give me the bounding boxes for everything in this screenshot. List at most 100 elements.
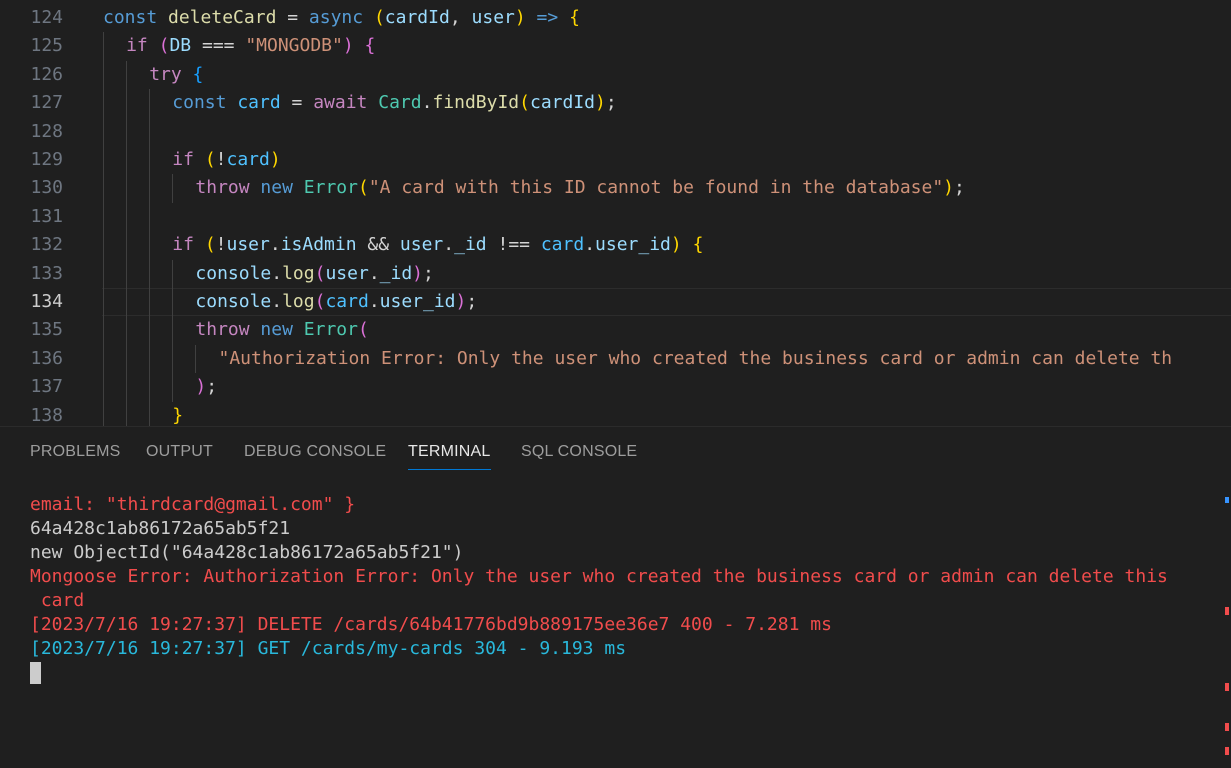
scroll-marker [1225, 683, 1229, 691]
code-token: ) [595, 92, 606, 114]
code-token: user [471, 7, 515, 28]
code-token: throw [195, 177, 261, 199]
code-token: card [325, 291, 369, 312]
indent-guide [126, 202, 128, 232]
indent-guide [126, 174, 128, 203]
code-line[interactable]: 125 if (DB === "MONGODB") { [0, 32, 1231, 60]
code-token: if [126, 35, 159, 57]
indent-guide [103, 32, 104, 61]
code-token: ) [455, 291, 467, 312]
code-token: ( [158, 35, 170, 57]
code-token: ; [954, 177, 965, 199]
indent-guide [172, 259, 174, 288]
indent-guide [172, 344, 174, 374]
indent-guide [172, 288, 174, 317]
code-line[interactable]: 130 throw new Error("A card with this ID … [0, 174, 1231, 202]
code-token: user_id [595, 234, 671, 256]
code-text: if (!user.isAdmin && user._id !== card.u… [172, 231, 703, 259]
code-token: ( [519, 92, 530, 114]
code-text: "Authorization Error: Only the user who … [219, 345, 1173, 373]
terminal-line: email: "thirdcard@gmail.com" } [30, 494, 356, 515]
code-token: console [195, 291, 272, 312]
code-token: && [356, 234, 400, 256]
code-token: deleteCard [168, 7, 277, 28]
code-token: card [237, 92, 281, 114]
code-line[interactable]: 138} [0, 402, 1231, 426]
code-token: ( [373, 7, 385, 28]
code-token: . [584, 234, 596, 256]
indent-guide [149, 344, 151, 374]
code-token: ( [314, 262, 326, 284]
indent-guide [103, 231, 104, 260]
code-token: card [540, 234, 585, 256]
scroll-marker [1225, 607, 1229, 615]
tab-problems[interactable]: PROBLEMS [30, 443, 121, 471]
tab-output[interactable]: OUTPUT [146, 443, 213, 471]
indent-guide [103, 117, 104, 146]
code-token: ) [943, 177, 955, 199]
indent-guide [126, 60, 128, 90]
code-token: => [525, 7, 570, 28]
terminal-line: 64a428c1ab86172a65ab5f21 [30, 518, 291, 539]
code-token: log [282, 262, 315, 284]
code-line[interactable]: 133 console.log(user._id); [0, 260, 1231, 288]
indent-guide [103, 401, 104, 426]
code-line[interactable]: 135 throw new Error( [0, 316, 1231, 344]
indent-guide [103, 373, 104, 402]
panel-tabs: PROBLEMS OUTPUT DEBUG CONSOLE TERMINAL S… [0, 427, 1231, 477]
code-line[interactable]: 126 try { [0, 61, 1231, 89]
indent-guide [149, 316, 151, 345]
code-token: { [681, 234, 704, 256]
code-line[interactable]: 132 if (!user.isAdmin && user._id !== car… [0, 231, 1231, 259]
code-line[interactable]: 129 if (!card) [0, 146, 1231, 174]
code-line[interactable]: 131 [0, 203, 1231, 231]
line-number: 138 [30, 404, 63, 426]
code-line[interactable]: 128 [0, 118, 1231, 146]
tab-debug-console[interactable]: DEBUG CONSOLE [244, 443, 386, 471]
code-token: await [313, 92, 379, 114]
code-token: ( [204, 149, 216, 170]
code-token: ) [670, 234, 682, 256]
code-token: user [399, 234, 444, 256]
terminal-line: new ObjectId("64a428c1ab86172a65ab5f21") [30, 542, 464, 563]
code-text: throw new Error("A card with this ID can… [195, 174, 964, 202]
code-token: log [282, 291, 315, 312]
indent-guide [172, 373, 174, 402]
code-token: ; [206, 376, 218, 398]
code-token: === [191, 35, 246, 57]
code-token: findById [432, 92, 520, 114]
code-text: if (!card) [172, 146, 280, 174]
indent-guide [103, 89, 104, 118]
code-editor[interactable]: 124 const deleteCard = async (cardId, use… [0, 0, 1231, 426]
terminal-scrollbar[interactable] [1221, 447, 1231, 768]
indent-guide [126, 373, 128, 402]
tab-terminal[interactable]: TERMINAL [408, 443, 491, 471]
code-token: cardId [529, 92, 596, 114]
indent-guide [103, 202, 104, 232]
code-token: ; [423, 262, 434, 284]
indent-guide [149, 89, 151, 118]
code-token: ) [269, 149, 281, 170]
terminal-cursor [30, 662, 41, 684]
code-token: ( [357, 319, 369, 341]
indent-guide [126, 117, 128, 146]
indent-guide [149, 174, 151, 203]
code-token: Card [378, 92, 422, 114]
code-token: = [280, 92, 314, 114]
code-token: user_id [379, 291, 456, 312]
terminal-output[interactable]: email: "thirdcard@gmail.com" } 64a428c1ab… [30, 493, 1191, 661]
code-token: console [195, 262, 272, 284]
code-line[interactable]: 137); [0, 373, 1231, 401]
code-token: ( [357, 177, 369, 199]
line-number: 131 [30, 205, 63, 227]
code-token: async [308, 7, 374, 28]
code-line[interactable]: 136 "Authorization Error: Only the user w… [0, 345, 1231, 373]
code-line[interactable]: 124 const deleteCard = async (cardId, use… [0, 4, 1231, 32]
tab-sql-console[interactable]: SQL CONSOLE [521, 443, 637, 471]
code-token: throw [195, 319, 261, 341]
bottom-panel: PROBLEMS OUTPUT DEBUG CONSOLE TERMINAL S… [0, 426, 1231, 768]
code-token: const [172, 92, 238, 114]
code-token: card [226, 149, 270, 170]
code-line[interactable]: 134 console.log(card.user_id); [0, 288, 1231, 316]
code-line[interactable]: 127 const card = await Card.findById(card… [0, 89, 1231, 117]
